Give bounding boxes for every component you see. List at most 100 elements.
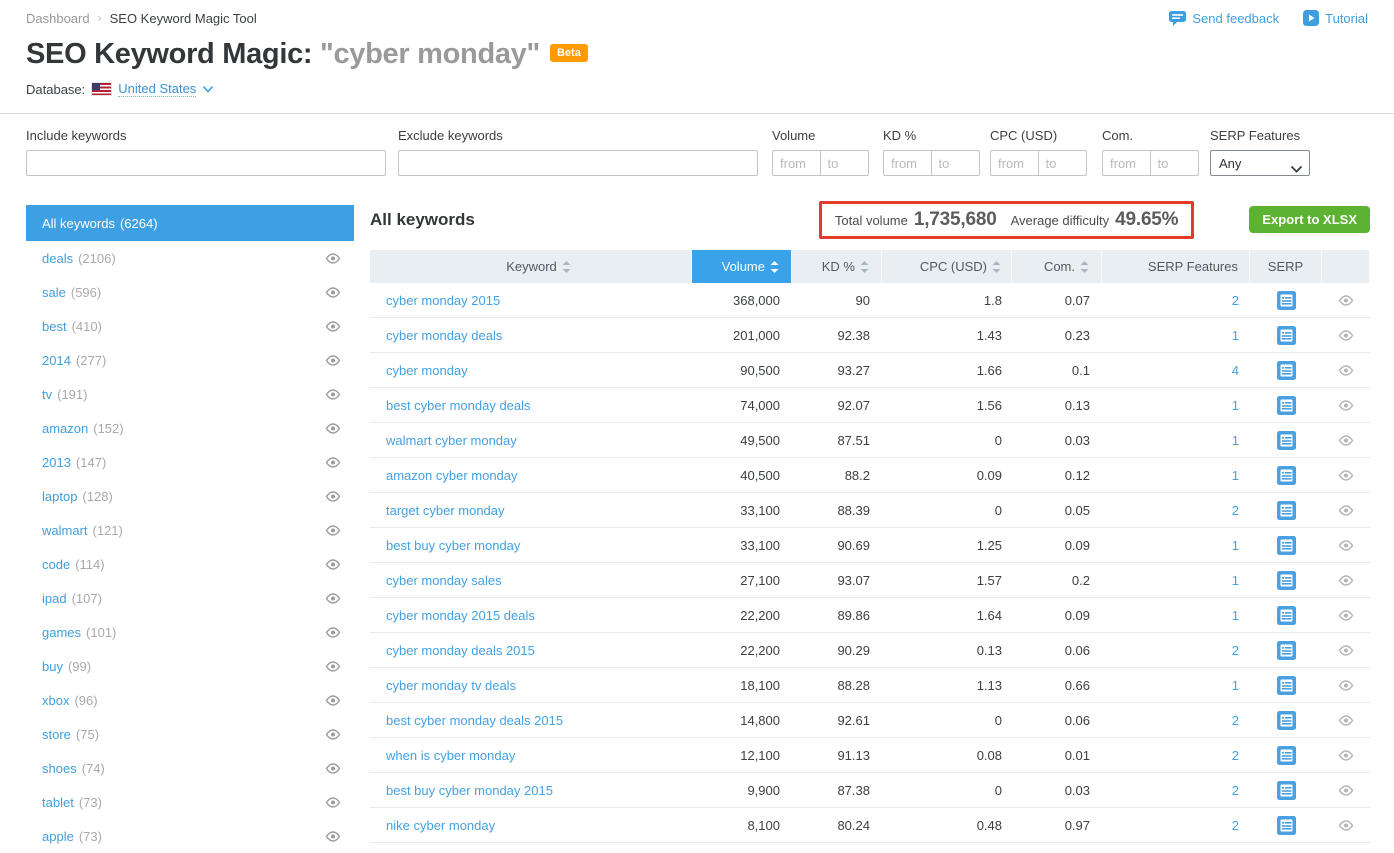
range-from-input[interactable] (884, 151, 932, 175)
column-header-com-[interactable]: Com. (1012, 250, 1102, 283)
sidebar-item-tv[interactable]: tv(191) (26, 377, 354, 411)
eye-icon[interactable] (325, 287, 341, 298)
send-feedback-button[interactable]: Send feedback (1169, 11, 1279, 26)
range-to-input[interactable] (1039, 151, 1087, 175)
serp-list-icon[interactable] (1277, 501, 1296, 520)
serp-features-count-link[interactable]: 2 (1232, 293, 1239, 308)
eye-icon[interactable] (1338, 435, 1354, 446)
sidebar-item-2014[interactable]: 2014(277) (26, 343, 354, 377)
tutorial-button[interactable]: Tutorial (1303, 10, 1368, 26)
serp-list-icon[interactable] (1277, 711, 1296, 730)
sidebar-item-laptop[interactable]: laptop(128) (26, 479, 354, 513)
range-to-input[interactable] (932, 151, 980, 175)
eye-icon[interactable] (325, 593, 341, 604)
range-to-input[interactable] (1151, 151, 1199, 175)
sidebar-item-2013[interactable]: 2013(147) (26, 445, 354, 479)
database-selector[interactable]: United States (118, 81, 196, 97)
serp-features-count-link[interactable]: 1 (1232, 573, 1239, 588)
serp-features-count-link[interactable]: 1 (1232, 678, 1239, 693)
keyword-link[interactable]: cyber monday tv deals (386, 678, 516, 693)
exclude-keywords-input[interactable] (398, 150, 758, 176)
breadcrumb-dashboard-link[interactable]: Dashboard (26, 11, 90, 26)
range-from-input[interactable] (1103, 151, 1151, 175)
eye-icon[interactable] (325, 423, 341, 434)
sidebar-item-sale[interactable]: sale(596) (26, 275, 354, 309)
eye-icon[interactable] (1338, 645, 1354, 656)
keyword-link[interactable]: cyber monday deals (386, 328, 502, 343)
column-header-volume[interactable]: Volume (692, 250, 792, 283)
eye-icon[interactable] (1338, 505, 1354, 516)
eye-icon[interactable] (1338, 400, 1354, 411)
eye-icon[interactable] (325, 355, 341, 366)
serp-features-count-link[interactable]: 1 (1232, 538, 1239, 553)
eye-icon[interactable] (1338, 540, 1354, 551)
eye-icon[interactable] (1338, 610, 1354, 621)
serp-features-count-link[interactable]: 2 (1232, 643, 1239, 658)
keyword-link[interactable]: cyber monday 2015 deals (386, 608, 535, 623)
keyword-link[interactable]: nike cyber monday (386, 818, 495, 833)
eye-icon[interactable] (1338, 680, 1354, 691)
sidebar-item-shoes[interactable]: shoes(74) (26, 751, 354, 785)
eye-icon[interactable] (1338, 820, 1354, 831)
sidebar-item-buy[interactable]: buy(99) (26, 649, 354, 683)
eye-icon[interactable] (325, 763, 341, 774)
sidebar-item-best[interactable]: best(410) (26, 309, 354, 343)
eye-icon[interactable] (1338, 575, 1354, 586)
keyword-link[interactable]: best cyber monday deals (386, 398, 531, 413)
keyword-link[interactable]: cyber monday (386, 363, 468, 378)
sidebar-item-games[interactable]: games(101) (26, 615, 354, 649)
serp-features-count-link[interactable]: 2 (1232, 503, 1239, 518)
keyword-link[interactable]: when is cyber monday (386, 748, 515, 763)
serp-features-count-link[interactable]: 1 (1232, 468, 1239, 483)
range-from-input[interactable] (773, 151, 821, 175)
eye-icon[interactable] (325, 457, 341, 468)
include-keywords-input[interactable] (26, 150, 386, 176)
serp-features-count-link[interactable]: 2 (1232, 713, 1239, 728)
sidebar-item-tablet[interactable]: tablet(73) (26, 785, 354, 819)
serp-features-count-link[interactable]: 2 (1232, 748, 1239, 763)
serp-list-icon[interactable] (1277, 291, 1296, 310)
keyword-link[interactable]: amazon cyber monday (386, 468, 518, 483)
eye-icon[interactable] (1338, 365, 1354, 376)
sidebar-item-store[interactable]: store(75) (26, 717, 354, 751)
range-from-input[interactable] (991, 151, 1039, 175)
keyword-link[interactable]: target cyber monday (386, 503, 505, 518)
serp-list-icon[interactable] (1277, 361, 1296, 380)
serp-list-icon[interactable] (1277, 641, 1296, 660)
eye-icon[interactable] (325, 559, 341, 570)
sidebar-item-walmart[interactable]: walmart(121) (26, 513, 354, 547)
serp-features-count-link[interactable]: 2 (1232, 783, 1239, 798)
column-header-keyword[interactable]: Keyword (370, 250, 692, 283)
serp-features-count-link[interactable]: 4 (1232, 363, 1239, 378)
sidebar-item-amazon[interactable]: amazon(152) (26, 411, 354, 445)
eye-icon[interactable] (325, 253, 341, 264)
keyword-link[interactable]: cyber monday deals 2015 (386, 643, 535, 658)
serp-list-icon[interactable] (1277, 571, 1296, 590)
eye-icon[interactable] (1338, 295, 1354, 306)
serp-list-icon[interactable] (1277, 431, 1296, 450)
serp-list-icon[interactable] (1277, 326, 1296, 345)
eye-icon[interactable] (325, 389, 341, 400)
eye-icon[interactable] (1338, 785, 1354, 796)
serp-list-icon[interactable] (1277, 676, 1296, 695)
range-to-input[interactable] (821, 151, 869, 175)
serp-list-icon[interactable] (1277, 816, 1296, 835)
serp-list-icon[interactable] (1277, 781, 1296, 800)
serp-list-icon[interactable] (1277, 396, 1296, 415)
sidebar-item-code[interactable]: code(114) (26, 547, 354, 581)
sidebar-item-deals[interactable]: deals(2106) (26, 241, 354, 275)
column-header-kd-[interactable]: KD % (792, 250, 882, 283)
eye-icon[interactable] (325, 321, 341, 332)
eye-icon[interactable] (1338, 470, 1354, 481)
column-header-cpc-usd-[interactable]: CPC (USD) (882, 250, 1012, 283)
serp-list-icon[interactable] (1277, 746, 1296, 765)
sidebar-item-apple[interactable]: apple(73) (26, 819, 354, 853)
serp-features-count-link[interactable]: 2 (1232, 818, 1239, 833)
serp-features-count-link[interactable]: 1 (1232, 328, 1239, 343)
keyword-link[interactable]: best cyber monday deals 2015 (386, 713, 563, 728)
sidebar-item-xbox[interactable]: xbox(96) (26, 683, 354, 717)
keyword-link[interactable]: best buy cyber monday (386, 538, 520, 553)
serp-list-icon[interactable] (1277, 606, 1296, 625)
keyword-link[interactable]: walmart cyber monday (386, 433, 517, 448)
eye-icon[interactable] (325, 627, 341, 638)
